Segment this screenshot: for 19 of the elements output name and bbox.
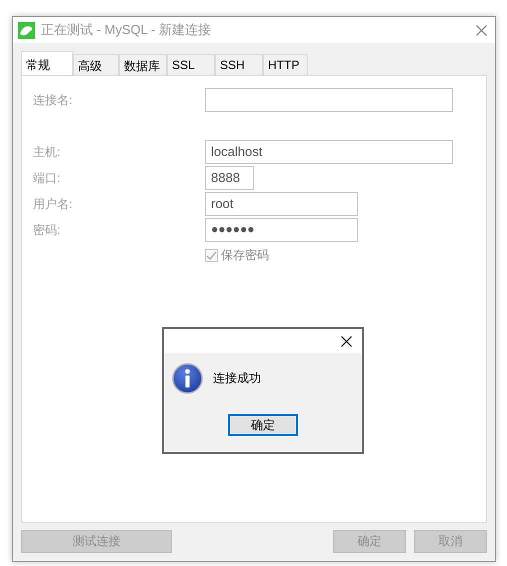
- tab[interactable]: 常规: [21, 51, 73, 75]
- message-text: 连接成功: [213, 370, 261, 387]
- field-label: 密码:: [33, 222, 62, 238]
- field-label: 端口:: [33, 170, 62, 186]
- tab[interactable]: HTTP: [263, 54, 308, 75]
- field-label: 主机:: [33, 144, 62, 160]
- field-label: 连接名:: [33, 92, 74, 108]
- tab[interactable]: 数据库: [119, 54, 167, 75]
- field-label: 用户名:: [33, 196, 74, 212]
- ok-button[interactable]: 确定: [228, 414, 298, 436]
- tab[interactable]: SSL: [167, 54, 215, 75]
- window-title: 正在测试 - MySQL - 新建连接: [41, 21, 212, 39]
- checkbox-label: 保存密码: [221, 247, 269, 264]
- app-logo-icon: [18, 22, 35, 38]
- tab[interactable]: 高级: [73, 54, 119, 75]
- info-icon: [172, 363, 203, 394]
- close-icon[interactable]: [341, 336, 352, 346]
- input-field[interactable]: [205, 88, 453, 112]
- tab[interactable]: SSH: [215, 54, 263, 75]
